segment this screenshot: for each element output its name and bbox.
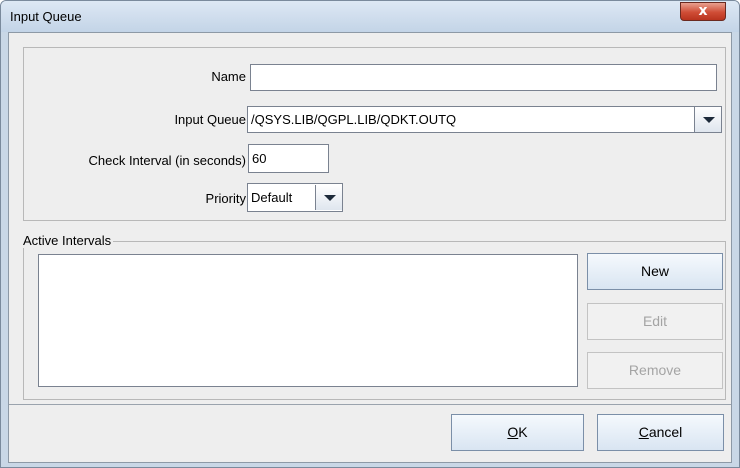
- name-field[interactable]: [250, 64, 717, 91]
- input-queue-label: Input Queue: [174, 112, 246, 127]
- edit-button[interactable]: Edit: [587, 303, 723, 340]
- active-intervals-title: Active Intervals: [21, 233, 114, 248]
- input-queue-dropdown[interactable]: /QSYS.LIB/QGPL.LIB/QDKT.OUTQ: [247, 106, 722, 133]
- ok-mnemonic: O: [507, 424, 519, 440]
- remove-button[interactable]: Remove: [587, 352, 723, 389]
- ok-button[interactable]: OK: [451, 414, 584, 451]
- new-button-label: New: [640, 263, 669, 279]
- input-queue-value: /QSYS.LIB/QGPL.LIB/QDKT.OUTQ: [251, 112, 457, 127]
- check-interval-label: Check Interval (in seconds): [88, 153, 246, 168]
- cancel-mnemonic: C: [638, 424, 649, 440]
- remove-button-label: Remove: [628, 362, 682, 378]
- window-title: Input Queue: [10, 9, 82, 24]
- new-button[interactable]: New: [587, 253, 723, 290]
- check-interval-field[interactable]: 60: [248, 144, 329, 173]
- close-icon: x: [698, 3, 708, 19]
- name-label: Name: [211, 69, 246, 84]
- footer-separator: [9, 404, 731, 405]
- input-queue-dialog: Input Queue x Name Input Queue /QSYS.LIB…: [0, 0, 740, 468]
- close-button[interactable]: x: [680, 2, 726, 21]
- edit-button-label: Edit: [642, 313, 668, 329]
- title-bar[interactable]: Input Queue x: [1, 1, 739, 32]
- cancel-button[interactable]: Cancel: [597, 414, 724, 451]
- priority-value: Default: [251, 190, 293, 205]
- chevron-down-icon[interactable]: [315, 185, 342, 210]
- active-intervals-list[interactable]: [38, 254, 578, 387]
- dialog-content: Name Input Queue /QSYS.LIB/QGPL.LIB/QDKT…: [8, 32, 732, 463]
- priority-label: Priority: [205, 191, 246, 206]
- cancel-label: ancel: [648, 424, 683, 440]
- chevron-down-icon[interactable]: [694, 107, 721, 132]
- ok-label: K: [518, 424, 528, 440]
- priority-dropdown[interactable]: Default: [247, 183, 343, 212]
